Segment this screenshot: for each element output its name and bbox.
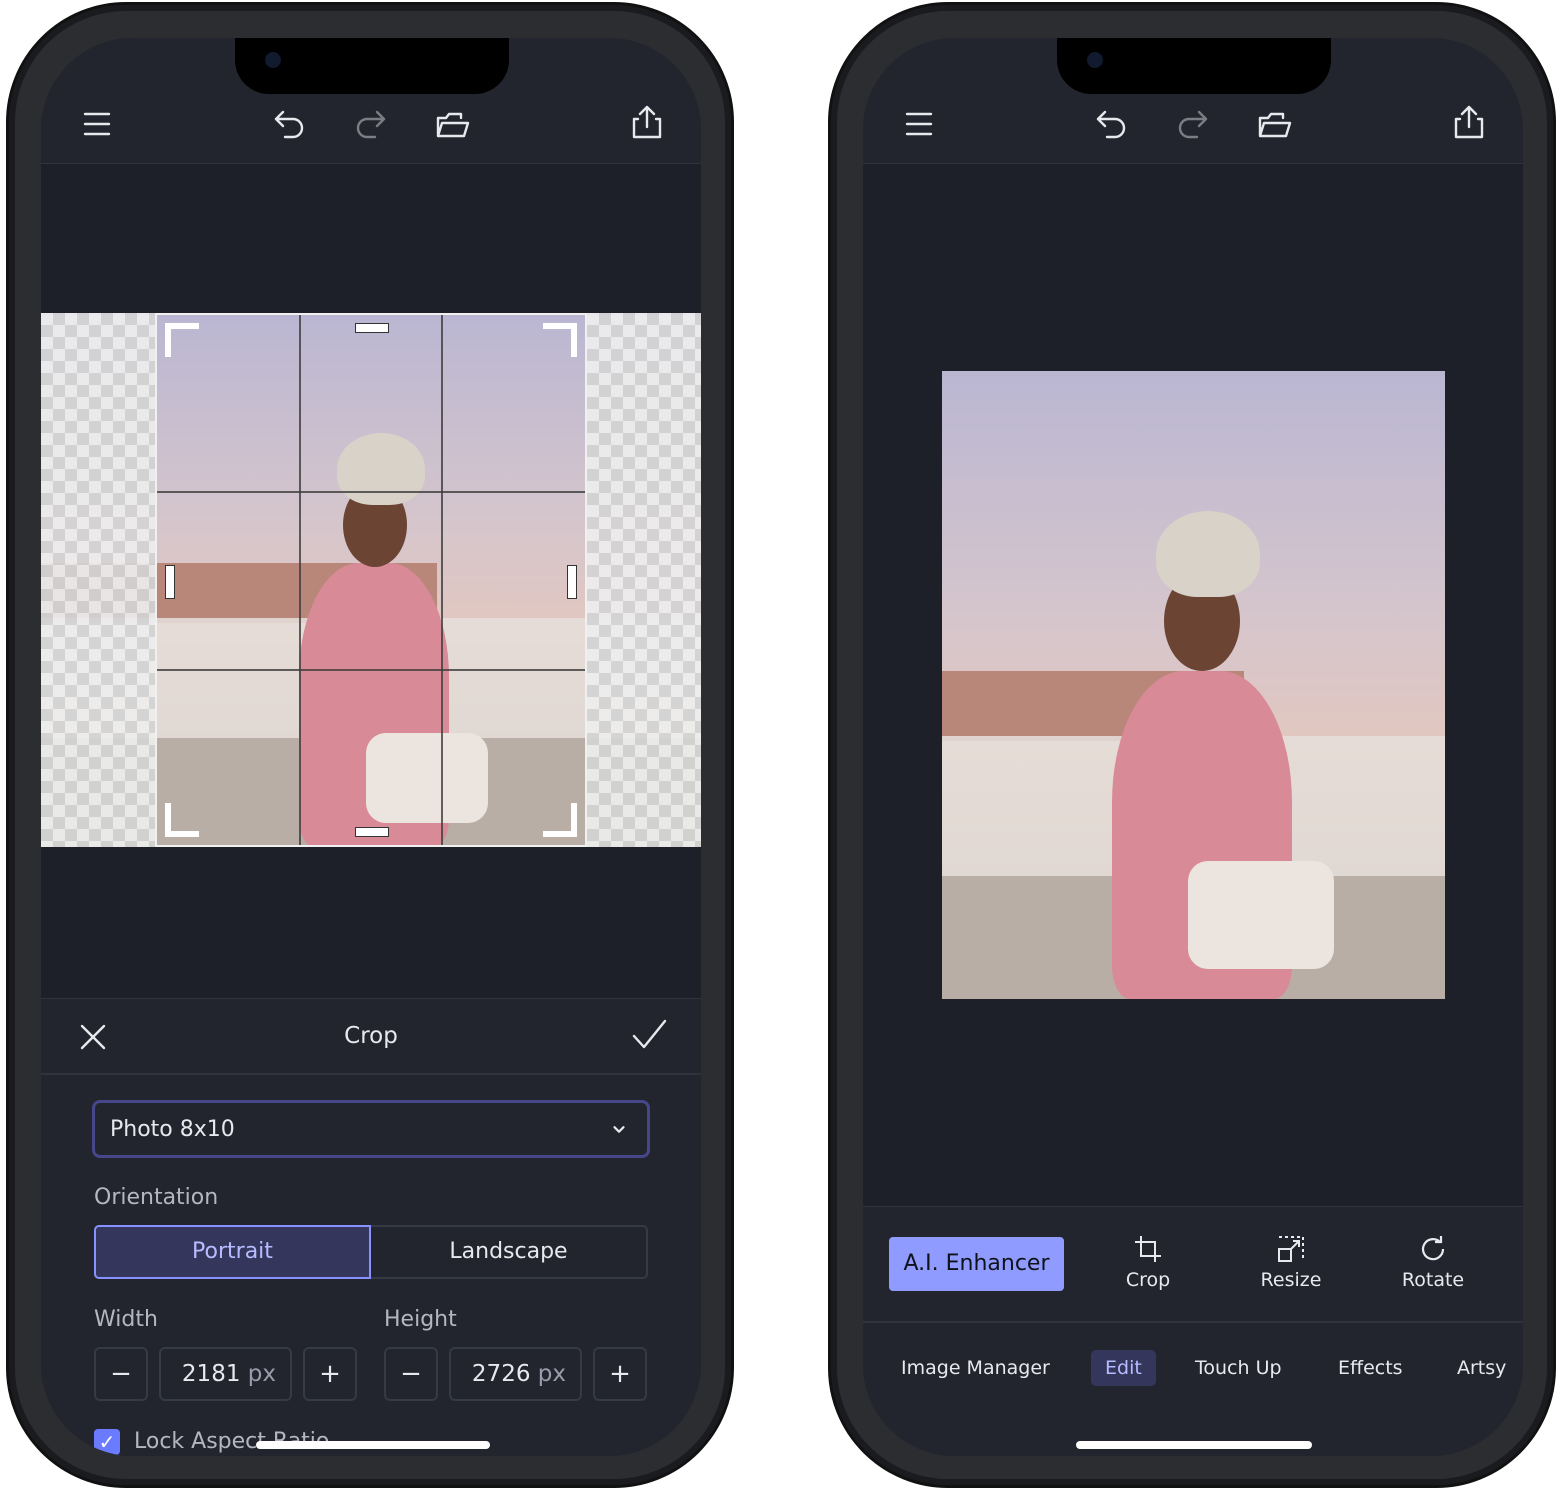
home-indicator bbox=[256, 1441, 490, 1449]
open-folder-icon[interactable] bbox=[433, 104, 473, 144]
crop-handle-bottom-right[interactable] bbox=[543, 803, 577, 837]
rotate-icon bbox=[1421, 1236, 1445, 1261]
resize-icon bbox=[1278, 1236, 1304, 1262]
width-increment-button[interactable]: + bbox=[303, 1347, 357, 1401]
rotate-tool-label: Rotate bbox=[1401, 1269, 1465, 1291]
screen-edit: A.I. Enhancer Crop Resize Rotate Image M… bbox=[863, 38, 1523, 1456]
undo-icon[interactable] bbox=[1091, 104, 1131, 144]
resize-tool-button[interactable]: Resize bbox=[1249, 1233, 1333, 1297]
width-value: 2181 bbox=[181, 1361, 241, 1387]
notch bbox=[1057, 38, 1331, 94]
lock-aspect-checkbox[interactable]: ✓ bbox=[94, 1429, 120, 1455]
crop-panel: Crop Photo 8x10 Orientation Portrait Lan… bbox=[41, 998, 701, 1456]
width-label: Width bbox=[94, 1307, 158, 1332]
preset-dropdown[interactable]: Photo 8x10 bbox=[92, 1100, 650, 1158]
crop-tool-label: Crop bbox=[1125, 1269, 1171, 1291]
redo-icon[interactable] bbox=[351, 104, 391, 144]
menu-icon[interactable] bbox=[77, 104, 117, 144]
photo[interactable] bbox=[942, 371, 1445, 999]
width-decrement-button[interactable]: − bbox=[94, 1347, 148, 1401]
bottom-panel: A.I. Enhancer Crop Resize Rotate Image M… bbox=[863, 1206, 1523, 1456]
rotate-tool-button[interactable]: Rotate bbox=[1391, 1233, 1475, 1297]
width-input[interactable]: 2181 px bbox=[159, 1347, 292, 1401]
crop-title: Crop bbox=[344, 1023, 398, 1049]
crop-frame[interactable] bbox=[155, 313, 587, 847]
tab-artsy[interactable]: Artsy bbox=[1457, 1357, 1506, 1379]
home-indicator bbox=[1076, 1441, 1312, 1449]
open-folder-icon[interactable] bbox=[1255, 104, 1295, 144]
ai-enhancer-button[interactable]: A.I. Enhancer bbox=[889, 1237, 1064, 1291]
menu-icon[interactable] bbox=[899, 104, 939, 144]
share-icon[interactable] bbox=[1449, 102, 1489, 142]
crop-icon bbox=[1135, 1236, 1161, 1262]
resize-tool-label: Resize bbox=[1260, 1269, 1322, 1291]
crop-handle-top-left[interactable] bbox=[165, 323, 199, 357]
chevron-down-icon bbox=[601, 1111, 637, 1147]
height-decrement-button[interactable]: − bbox=[384, 1347, 438, 1401]
height-value: 2726 bbox=[471, 1361, 531, 1387]
notch bbox=[235, 38, 509, 94]
orientation-portrait[interactable]: Portrait bbox=[94, 1225, 371, 1279]
redo-icon[interactable] bbox=[1173, 104, 1213, 144]
crop-handle-top[interactable] bbox=[355, 323, 389, 333]
tab-edit[interactable]: Edit bbox=[1091, 1350, 1156, 1386]
crop-handle-bottom[interactable] bbox=[355, 827, 389, 837]
height-input[interactable]: 2726 px bbox=[449, 1347, 582, 1401]
transparent-area-right bbox=[587, 313, 701, 847]
share-icon[interactable] bbox=[627, 102, 667, 142]
crop-handle-top-right[interactable] bbox=[543, 323, 577, 357]
undo-icon[interactable] bbox=[269, 104, 309, 144]
tab-effects[interactable]: Effects bbox=[1338, 1357, 1403, 1379]
orientation-landscape[interactable]: Landscape bbox=[371, 1225, 648, 1279]
phone-right: A.I. Enhancer Crop Resize Rotate Image M… bbox=[828, 2, 1556, 1488]
width-unit: px bbox=[247, 1361, 276, 1387]
crop-handle-right[interactable] bbox=[567, 565, 577, 599]
preset-value: Photo 8x10 bbox=[110, 1117, 235, 1142]
height-increment-button[interactable]: + bbox=[593, 1347, 647, 1401]
tab-image-manager[interactable]: Image Manager bbox=[901, 1357, 1050, 1379]
crop-tool-button[interactable]: Crop bbox=[1108, 1233, 1188, 1297]
orientation-label: Orientation bbox=[94, 1185, 219, 1210]
crop-handle-bottom-left[interactable] bbox=[165, 803, 199, 837]
check-icon[interactable] bbox=[629, 1015, 669, 1055]
phone-left: Crop Photo 8x10 Orientation Portrait Lan… bbox=[6, 2, 734, 1488]
crop-canvas[interactable] bbox=[41, 313, 701, 847]
height-label: Height bbox=[384, 1307, 457, 1332]
height-unit: px bbox=[537, 1361, 566, 1387]
screen-crop: Crop Photo 8x10 Orientation Portrait Lan… bbox=[41, 38, 701, 1456]
tab-touch-up[interactable]: Touch Up bbox=[1195, 1357, 1282, 1379]
transparent-area-left bbox=[41, 313, 155, 847]
crop-handle-left[interactable] bbox=[165, 565, 175, 599]
